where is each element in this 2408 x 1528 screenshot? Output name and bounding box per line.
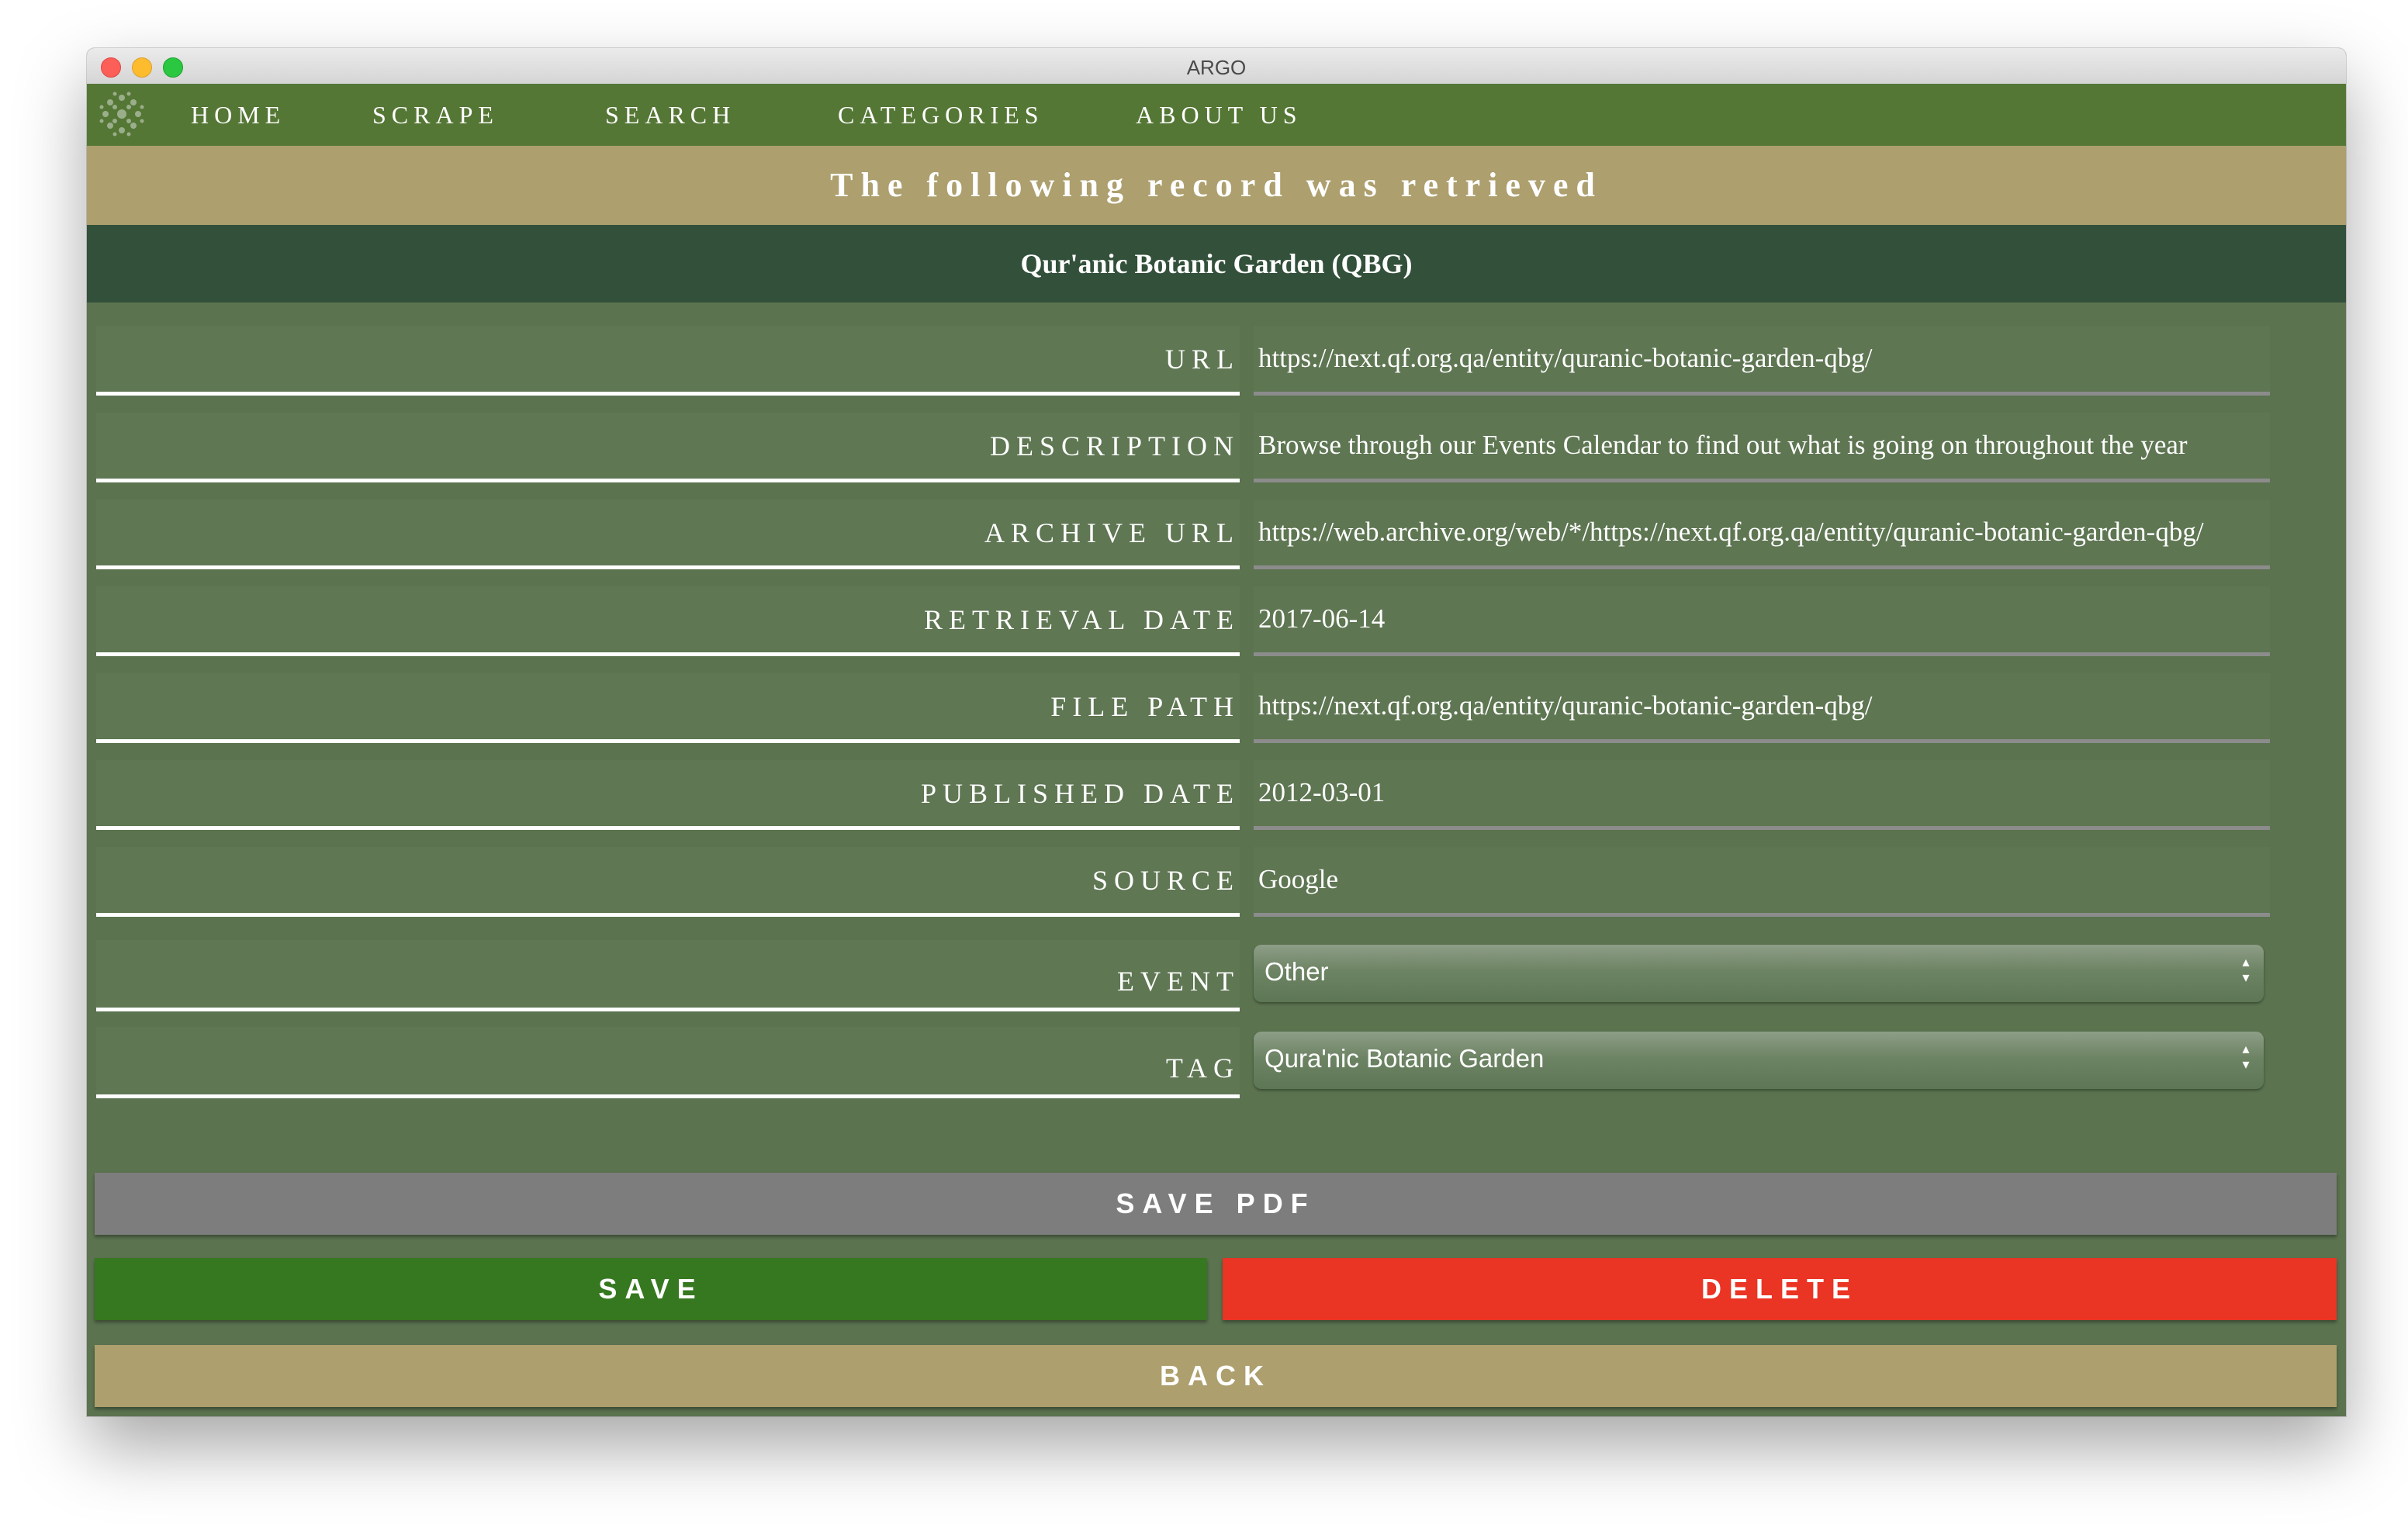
field-row-retrieval-date: RETRIEVAL DATE 2017-06-14 bbox=[87, 586, 2346, 664]
description-field[interactable]: Browse through our Events Calendar to fi… bbox=[1254, 413, 2270, 482]
field-row-archive-url: ARCHIVE URL https://web.archive.org/web/… bbox=[87, 500, 2346, 577]
field-label-box: DESCRIPTION bbox=[96, 413, 1240, 482]
retrieved-banner: The following record was retrieved bbox=[87, 146, 2346, 225]
field-value: Browse through our Events Calendar to fi… bbox=[1258, 430, 2188, 460]
field-row-source: SOURCE Google bbox=[87, 847, 2346, 925]
field-row-published-date: PUBLISHED DATE 2012-03-01 bbox=[87, 760, 2346, 838]
field-label-box: URL bbox=[96, 326, 1240, 396]
title-bar: ARGO bbox=[87, 48, 2346, 85]
tag-select[interactable]: Qura'nic Botanic Garden ▴ ▾ bbox=[1254, 1032, 2264, 1089]
field-value: https://next.qf.org.qa/entity/quranic-bo… bbox=[1258, 343, 1873, 373]
nav-scrape[interactable]: SCRAPE bbox=[372, 101, 499, 132]
save-pdf-button[interactable]: SAVE PDF bbox=[95, 1173, 2337, 1235]
nav-search[interactable]: SEARCH bbox=[605, 101, 735, 132]
field-row-url: URL https://next.qf.org.qa/entity/qurani… bbox=[87, 326, 2346, 403]
field-label-box: SOURCE bbox=[96, 847, 1240, 917]
published-date-field[interactable]: 2012-03-01 bbox=[1254, 760, 2270, 830]
select-value: Other bbox=[1265, 957, 1329, 986]
field-value: https://web.archive.org/web/*/https://ne… bbox=[1258, 517, 2204, 547]
field-label: SOURCE bbox=[1092, 865, 1240, 896]
field-row-tag: TAG Qura'nic Botanic Garden ▴ ▾ bbox=[87, 1027, 2346, 1105]
field-value: 2012-03-01 bbox=[1258, 777, 1386, 807]
field-label: EVENT bbox=[1117, 966, 1240, 997]
field-row-file-path: FILE PATH https://next.qf.org.qa/entity/… bbox=[87, 673, 2346, 751]
field-value: 2017-06-14 bbox=[1258, 603, 1386, 634]
nav-home[interactable]: HOME bbox=[191, 101, 285, 132]
app-window: ARGO HOME SCRAPE SEARCH CATEGORIES ABOUT… bbox=[87, 48, 2346, 1416]
nav-about-us[interactable]: ABOUT US bbox=[1136, 101, 1303, 132]
field-label-box: RETRIEVAL DATE bbox=[96, 586, 1240, 656]
event-select[interactable]: Other ▴ ▾ bbox=[1254, 945, 2264, 1002]
field-label: PUBLISHED DATE bbox=[920, 778, 1240, 809]
source-field[interactable]: Google bbox=[1254, 847, 2270, 917]
field-label: TAG bbox=[1165, 1053, 1240, 1084]
select-value: Qura'nic Botanic Garden bbox=[1265, 1044, 1545, 1073]
field-label-box: FILE PATH bbox=[96, 673, 1240, 743]
field-label-box: ARCHIVE URL bbox=[96, 500, 1240, 569]
file-path-field[interactable]: https://next.qf.org.qa/entity/quranic-bo… bbox=[1254, 673, 2270, 743]
field-label: FILE PATH bbox=[1050, 691, 1240, 722]
field-label-box: PUBLISHED DATE bbox=[96, 760, 1240, 830]
field-label-box: TAG bbox=[96, 1027, 1240, 1098]
select-arrows-icon: ▴ ▾ bbox=[2242, 1041, 2250, 1072]
archive-url-field[interactable]: https://web.archive.org/web/*/https://ne… bbox=[1254, 500, 2270, 569]
field-label: URL bbox=[1165, 344, 1240, 375]
field-label: DESCRIPTION bbox=[989, 430, 1240, 462]
app-logo-icon[interactable] bbox=[98, 90, 146, 138]
nav-bar: HOME SCRAPE SEARCH CATEGORIES ABOUT US bbox=[87, 84, 2346, 146]
back-button[interactable]: BACK bbox=[95, 1345, 2337, 1407]
field-label: RETRIEVAL DATE bbox=[924, 604, 1240, 635]
nav-categories[interactable]: CATEGORIES bbox=[838, 101, 1044, 132]
select-arrows-icon: ▴ ▾ bbox=[2242, 954, 2250, 985]
delete-button[interactable]: DELETE bbox=[1223, 1258, 2337, 1320]
field-label-box: EVENT bbox=[96, 940, 1240, 1011]
field-row-event: EVENT Other ▴ ▾ bbox=[87, 940, 2346, 1018]
field-value: Google bbox=[1258, 864, 1339, 894]
field-label: ARCHIVE URL bbox=[984, 517, 1240, 548]
save-button[interactable]: SAVE bbox=[95, 1258, 1207, 1320]
retrieval-date-field[interactable]: 2017-06-14 bbox=[1254, 586, 2270, 656]
field-value: https://next.qf.org.qa/entity/quranic-bo… bbox=[1258, 690, 1873, 721]
window-title: ARGO bbox=[1186, 56, 1247, 79]
record-title: Qur'anic Botanic Garden (QBG) bbox=[87, 225, 2346, 302]
url-field[interactable]: https://next.qf.org.qa/entity/quranic-bo… bbox=[1254, 326, 2270, 396]
field-row-description: DESCRIPTION Browse through our Events Ca… bbox=[87, 413, 2346, 490]
